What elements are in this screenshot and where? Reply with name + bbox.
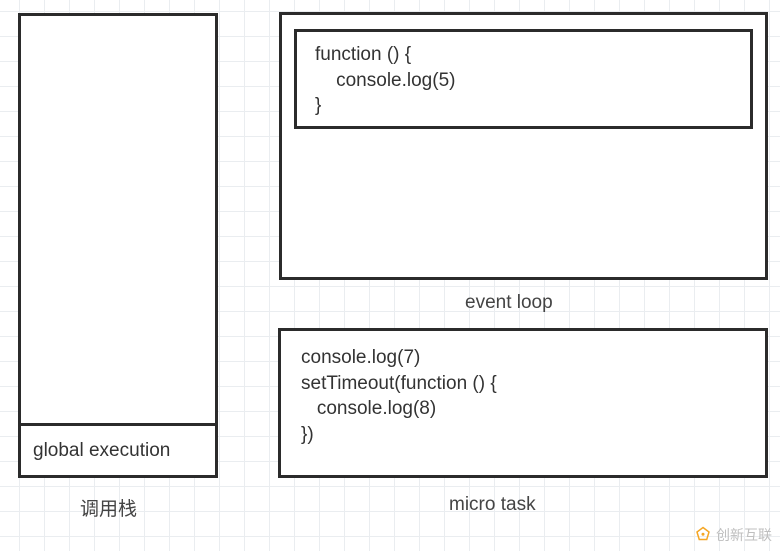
event-loop-caption: event loop	[465, 292, 553, 314]
watermark: 创新互联	[694, 525, 772, 545]
logo-icon	[694, 526, 712, 544]
micro-task-caption: micro task	[449, 494, 536, 516]
callstack-caption: 调用栈	[80, 494, 137, 521]
event-loop-box: function () { console.log(5) }	[279, 12, 768, 280]
event-loop-task-code: function () { console.log(5) }	[315, 42, 732, 119]
micro-task-box: console.log(7) setTimeout(function () { …	[278, 328, 768, 478]
watermark-text: 创新互联	[716, 525, 772, 545]
event-loop-task: function () { console.log(5) }	[294, 29, 753, 129]
global-execution-label: global execution	[33, 438, 170, 464]
micro-task-code: console.log(7) setTimeout(function () { …	[301, 345, 745, 448]
callstack-box: global execution	[18, 13, 218, 478]
callstack-frame-global: global execution	[18, 423, 218, 478]
